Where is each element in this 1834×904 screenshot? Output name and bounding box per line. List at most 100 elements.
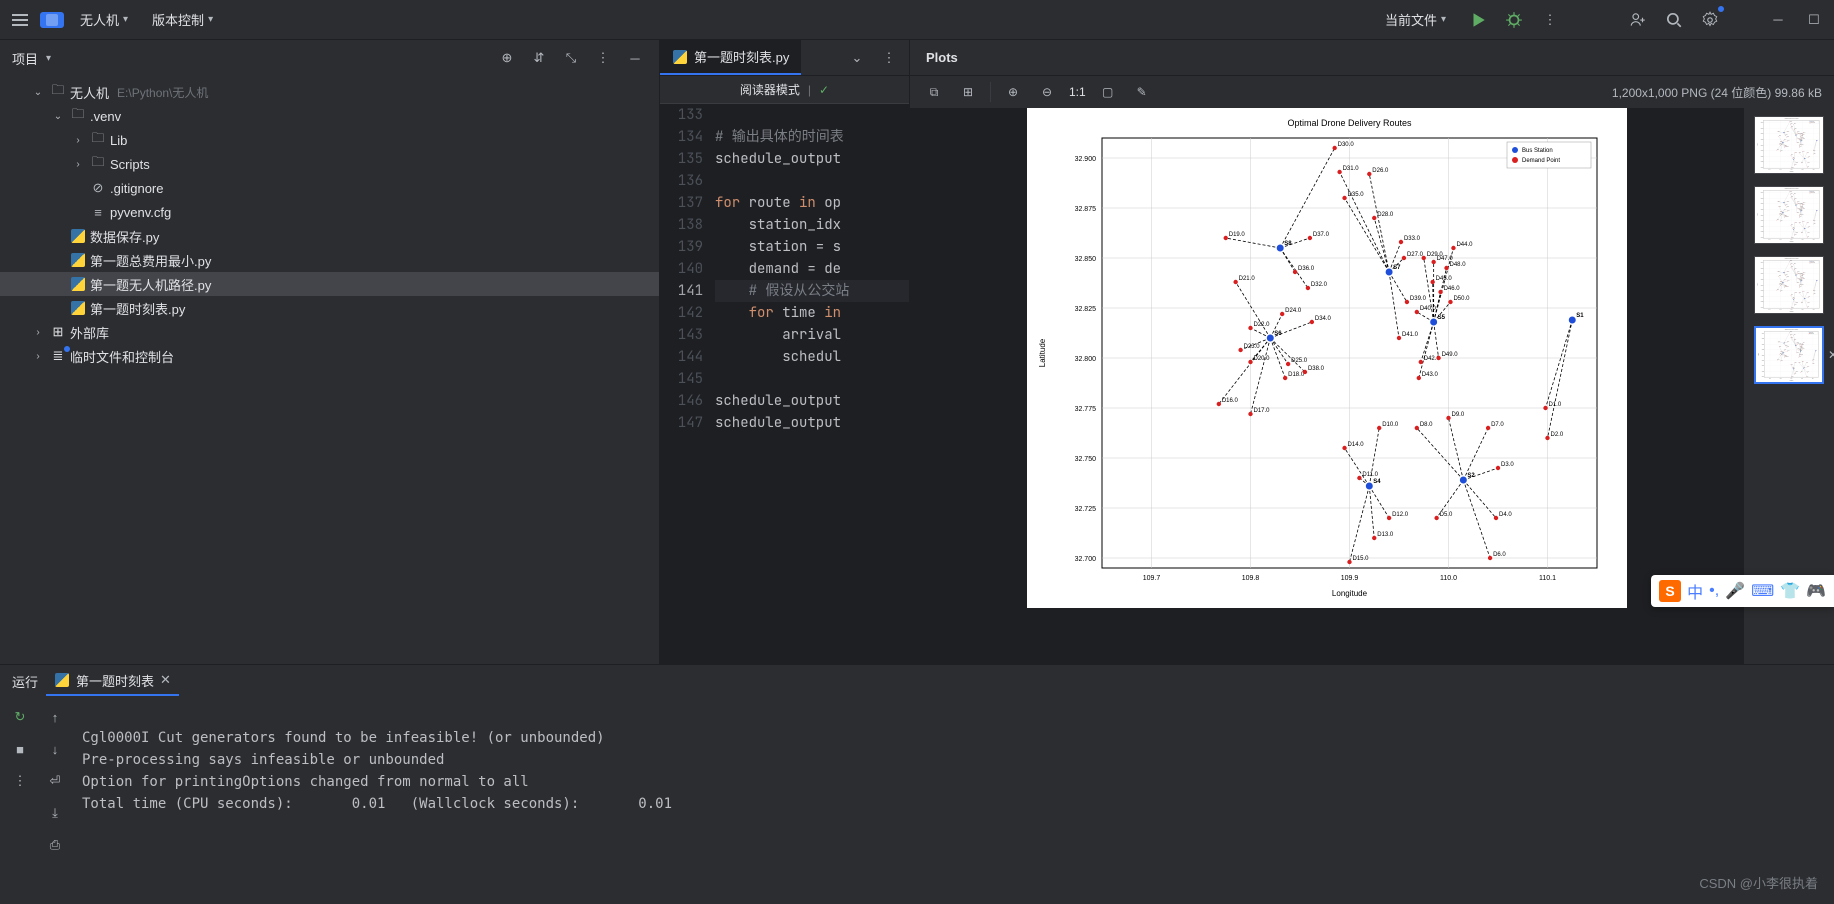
svg-text:D39.0: D39.0 <box>1798 348 1800 350</box>
svg-text:D43.0: D43.0 <box>1799 356 1801 358</box>
tree-item-venv[interactable]: ⌄ 🗀 .venv <box>0 104 659 128</box>
project-menu[interactable]: 无人机 ▾ <box>72 6 136 33</box>
tree-item-gitignore[interactable]: ⊘ .gitignore <box>0 176 659 200</box>
tree-item-pyvenv[interactable]: ≡ pyvenv.cfg <box>0 200 659 224</box>
debug-button[interactable] <box>1502 8 1526 32</box>
plot-thumbnail[interactable]: 109.7109.8109.9110.0110.132.70032.72532.… <box>1754 116 1824 174</box>
run-config-menu[interactable]: 当前文件 ▾ <box>1377 6 1454 33</box>
grid-icon[interactable]: ⊞ <box>956 80 980 104</box>
run-file-tab[interactable]: 第一题时刻表 ✕ <box>46 667 179 696</box>
svg-text:S5: S5 <box>1801 350 1802 352</box>
plot-thumbnail[interactable]: 109.7109.8109.9110.0110.132.70032.72532.… <box>1754 256 1824 314</box>
svg-text:D37.0: D37.0 <box>1787 130 1789 132</box>
expand-all-button[interactable]: ⇵ <box>527 46 551 70</box>
reader-mode-label[interactable]: 阅读器模式 <box>740 81 800 98</box>
run-panel: 运行 第一题时刻表 ✕ ↻ ■ ⋮ ↑ ↓ ⏎ ⤓ ⎙ Cgl0000I Cut… <box>0 664 1834 904</box>
more-button[interactable]: ⋮ <box>1538 8 1562 32</box>
plots-title: Plots <box>926 50 958 65</box>
ime-toolbar[interactable]: S 中 •, 🎤 ⌨ 👕 🎮 <box>1651 575 1834 607</box>
plot-thumbnail[interactable]: ✕109.7109.8109.9110.0110.132.70032.72532… <box>1754 326 1824 384</box>
collapse-all-button[interactable]: ⤡ <box>559 46 583 70</box>
chevron-down-icon[interactable]: ⌄ <box>845 46 869 70</box>
svg-text:S7: S7 <box>1393 265 1401 271</box>
run-button[interactable] <box>1466 8 1490 32</box>
fit-button[interactable]: ▢ <box>1096 80 1120 104</box>
select-opened-file-button[interactable]: ⊕ <box>495 46 519 70</box>
code-editor[interactable]: 133134135 136137138 139140141 142143144 … <box>660 104 909 664</box>
print-button[interactable]: ⎙ <box>43 833 67 857</box>
panel-options-button[interactable]: ⋮ <box>591 46 615 70</box>
plot-info: 1,200x1,000 PNG (24 位颜色) 99.86 kB <box>1612 84 1822 101</box>
tree-item-external-libs[interactable]: › ⊞ 外部库 <box>0 320 659 344</box>
rerun-button[interactable]: ↻ <box>8 705 32 729</box>
plot-viewport[interactable]: 109.7109.8109.9110.0110.132.70032.72532.… <box>910 108 1744 664</box>
svg-text:S6: S6 <box>1783 281 1784 283</box>
ime-mic-icon[interactable]: 🎤 <box>1725 581 1745 601</box>
ime-keyboard-icon[interactable]: ⌨ <box>1751 581 1774 601</box>
chevron-down-icon: ▾ <box>208 14 213 25</box>
svg-text:D31.0: D31.0 <box>1791 263 1793 265</box>
svg-text:S6: S6 <box>1783 141 1784 143</box>
down-icon[interactable]: ↓ <box>43 737 67 761</box>
ime-toolbox-icon[interactable]: 🎮 <box>1806 581 1826 601</box>
project-chip[interactable] <box>40 12 64 28</box>
editor-tab[interactable]: 第一题时刻表.py <box>660 40 801 75</box>
settings-button[interactable] <box>1698 8 1722 32</box>
ime-lang[interactable]: 中 <box>1687 579 1703 603</box>
tree-item-file3[interactable]: 第一题无人机路径.py <box>0 272 659 296</box>
svg-text:D30.0: D30.0 <box>1790 190 1792 192</box>
vcs-menu[interactable]: 版本控制 ▾ <box>144 6 221 33</box>
crop-icon[interactable]: ⧉ <box>922 80 946 104</box>
tree-item-scripts[interactable]: › 🗀 Scripts <box>0 152 659 176</box>
tree-item-file4[interactable]: 第一题时刻表.py <box>0 296 659 320</box>
zoom-in-button[interactable]: ⊕ <box>1001 80 1025 104</box>
svg-text:D20.0: D20.0 <box>1254 356 1271 362</box>
scroll-to-end-button[interactable]: ⤓ <box>43 801 67 825</box>
svg-text:S2: S2 <box>1467 473 1475 479</box>
tab-options-button[interactable]: ⋮ <box>877 46 901 70</box>
plot-thumbnail[interactable]: 109.7109.8109.9110.0110.132.70032.72532.… <box>1754 186 1824 244</box>
svg-text:110.1: 110.1 <box>1813 169 1815 171</box>
tree-root[interactable]: ⌄ 🗀 无人机 E:\Python\无人机 <box>0 80 659 104</box>
svg-text:D22.0: D22.0 <box>1781 351 1783 353</box>
code-with-me-button[interactable] <box>1626 8 1650 32</box>
svg-text:D36.0: D36.0 <box>1786 274 1788 276</box>
zoom-out-button[interactable]: ⊖ <box>1035 80 1059 104</box>
chevron-down-icon[interactable]: ▾ <box>46 53 51 64</box>
maximize-button[interactable]: ☐ <box>1802 8 1826 32</box>
ime-skin-icon[interactable]: 👕 <box>1780 581 1800 601</box>
code-content[interactable]: # 输出具体的时间表 schedule_output for route in … <box>715 104 909 664</box>
svg-text:D8.0: D8.0 <box>1799 152 1801 154</box>
hide-panel-button[interactable]: ─ <box>623 46 647 70</box>
main-menu-button[interactable] <box>8 8 32 32</box>
tree-item-scratches[interactable]: › ≣ 临时文件和控制台 <box>0 344 659 368</box>
svg-text:32.800: 32.800 <box>1075 356 1097 363</box>
svg-text:D12.0: D12.0 <box>1796 302 1798 304</box>
run-tab[interactable]: 运行 <box>12 672 38 691</box>
edit-button[interactable]: ✎ <box>1130 80 1154 104</box>
svg-text:109.8: 109.8 <box>1780 378 1782 380</box>
ime-punct-icon[interactable]: •, <box>1709 582 1719 600</box>
svg-text:D2.0: D2.0 <box>1551 432 1564 438</box>
minimize-button[interactable]: ─ <box>1766 8 1790 32</box>
svg-text:32.800: 32.800 <box>1761 284 1764 286</box>
svg-text:D38.0: D38.0 <box>1787 215 1789 217</box>
stop-button[interactable]: ■ <box>8 737 32 761</box>
run-output[interactable]: Cgl0000I Cut generators found to be infe… <box>70 697 1834 904</box>
svg-text:32.750: 32.750 <box>1762 365 1765 367</box>
zoom-level[interactable]: 1:1 <box>1069 85 1086 99</box>
svg-text:S7: S7 <box>1796 274 1797 276</box>
tree-item-file1[interactable]: 数据保存.py <box>0 224 659 248</box>
svg-text:32.775: 32.775 <box>1761 220 1764 222</box>
run-options-button[interactable]: ⋮ <box>8 769 32 793</box>
tree-item-lib[interactable]: › 🗀 Lib <box>0 128 659 152</box>
search-button[interactable] <box>1662 8 1686 32</box>
tree-item-file2[interactable]: 第一题总费用最小.py <box>0 248 659 272</box>
close-icon[interactable]: ✕ <box>160 672 171 688</box>
svg-text:S1: S1 <box>1817 139 1818 141</box>
svg-text:32.725: 32.725 <box>1761 301 1764 303</box>
up-icon[interactable]: ↑ <box>43 705 67 729</box>
expand-icon: ⌄ <box>30 87 46 98</box>
close-icon[interactable]: ✕ <box>1828 348 1834 362</box>
soft-wrap-button[interactable]: ⏎ <box>43 769 67 793</box>
